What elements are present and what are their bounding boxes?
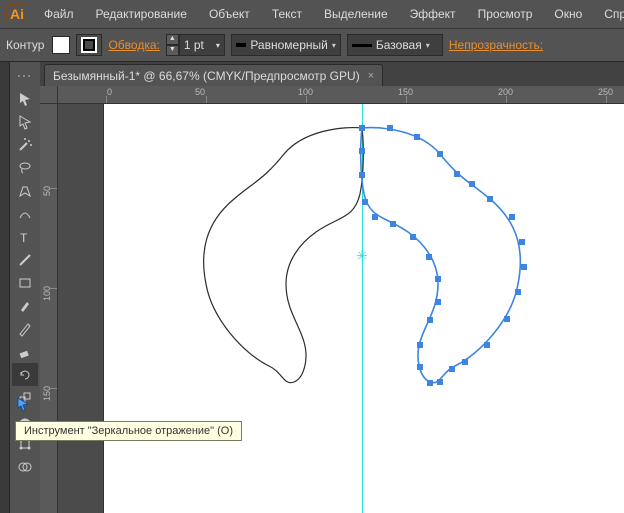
chevron-down-icon: ▾ — [426, 41, 430, 50]
document-area: Безымянный-1* @ 66,67% (CMYK/Предпросмот… — [40, 62, 624, 513]
app-logo: Ai — [6, 3, 28, 25]
line-segment-tool[interactable] — [12, 248, 38, 271]
svg-text:T: T — [20, 231, 28, 245]
opacity-label[interactable]: Непрозрачность: — [449, 38, 543, 52]
menu-object[interactable]: Объект — [199, 3, 260, 25]
left-path[interactable] — [204, 128, 364, 383]
tool-grip[interactable] — [12, 64, 38, 87]
ruler-origin[interactable] — [40, 86, 58, 104]
canvas[interactable]: 0 50 100 150 200 250 50 100 150 ✳ — [40, 86, 624, 513]
stroke-weight-field[interactable]: 1 pt▾ — [179, 34, 225, 56]
anchor-points[interactable] — [359, 125, 527, 386]
rotate-tool[interactable] — [12, 363, 38, 386]
close-icon[interactable]: × — [368, 70, 374, 82]
menu-type[interactable]: Текст — [262, 3, 312, 25]
stroke-label[interactable]: Обводка: — [108, 38, 159, 52]
profile-preview-icon — [352, 44, 372, 47]
right-path-selected[interactable] — [361, 128, 521, 383]
stroke-weight-stepper[interactable]: ▲ ▼ 1 pt▾ — [166, 34, 225, 56]
brush-preset-label: Равномерный — [250, 38, 328, 52]
pencil-tool[interactable] — [12, 317, 38, 340]
profile-preset-label: Базовая — [376, 38, 422, 52]
menu-effect[interactable]: Эффект — [400, 3, 466, 25]
menu-edit[interactable]: Редактирование — [86, 3, 197, 25]
chevron-down-icon: ▾ — [332, 41, 336, 50]
menu-select[interactable]: Выделение — [314, 3, 398, 25]
stroke-swatch[interactable] — [76, 34, 102, 56]
reflect-cursor-icon — [15, 395, 35, 420]
curvature-tool[interactable] — [12, 202, 38, 225]
magic-wand-tool[interactable] — [12, 133, 38, 156]
pen-tool[interactable] — [12, 179, 38, 202]
artboard[interactable]: ✳ — [104, 104, 624, 513]
brush-preset-dropdown[interactable]: Равномерный ▾ — [231, 34, 341, 56]
type-tool[interactable]: T — [12, 225, 38, 248]
document-tab[interactable]: Безымянный-1* @ 66,67% (CMYK/Предпросмот… — [44, 64, 383, 86]
rectangle-tool[interactable] — [12, 271, 38, 294]
menu-view[interactable]: Просмотр — [468, 3, 543, 25]
control-label: Контур — [6, 38, 44, 52]
eraser-tool[interactable] — [12, 340, 38, 363]
selection-tool[interactable] — [12, 87, 38, 110]
menu-file[interactable]: Файл — [34, 3, 84, 25]
control-bar: Контур Обводка: ▲ ▼ 1 pt▾ Равномерный ▾ … — [0, 28, 624, 62]
artwork-svg — [104, 104, 624, 513]
paintbrush-tool[interactable] — [12, 294, 38, 317]
workspace: T Безымянный-1* @ 66,67% (CMYK/Предпросм… — [0, 62, 624, 513]
panel-strip[interactable] — [0, 62, 10, 513]
tool-panel: T — [10, 62, 40, 513]
stroke-weight-down[interactable]: ▼ — [166, 45, 179, 56]
menu-window[interactable]: Окно — [544, 3, 592, 25]
stroke-weight-up[interactable]: ▲ — [166, 34, 179, 45]
shape-builder-tool[interactable] — [12, 455, 38, 478]
document-tab-title: Безымянный-1* @ 66,67% (CMYK/Предпросмот… — [53, 69, 360, 83]
direct-selection-tool[interactable] — [12, 110, 38, 133]
menu-help[interactable]: Справка — [594, 3, 624, 25]
menu-bar: Ai Файл Редактирование Объект Текст Выде… — [0, 0, 624, 28]
lasso-tool[interactable] — [12, 156, 38, 179]
profile-preset-dropdown[interactable]: Базовая ▾ — [347, 34, 443, 56]
brush-preview-icon — [236, 43, 246, 47]
fill-swatch[interactable] — [52, 36, 70, 54]
ruler-vertical[interactable]: 50 100 150 — [40, 104, 58, 513]
ruler-horizontal[interactable]: 0 50 100 150 200 250 — [58, 86, 624, 104]
tool-tooltip: Инструмент "Зеркальное отражение" (O) — [15, 421, 242, 441]
tab-bar: Безымянный-1* @ 66,67% (CMYK/Предпросмот… — [40, 62, 624, 86]
